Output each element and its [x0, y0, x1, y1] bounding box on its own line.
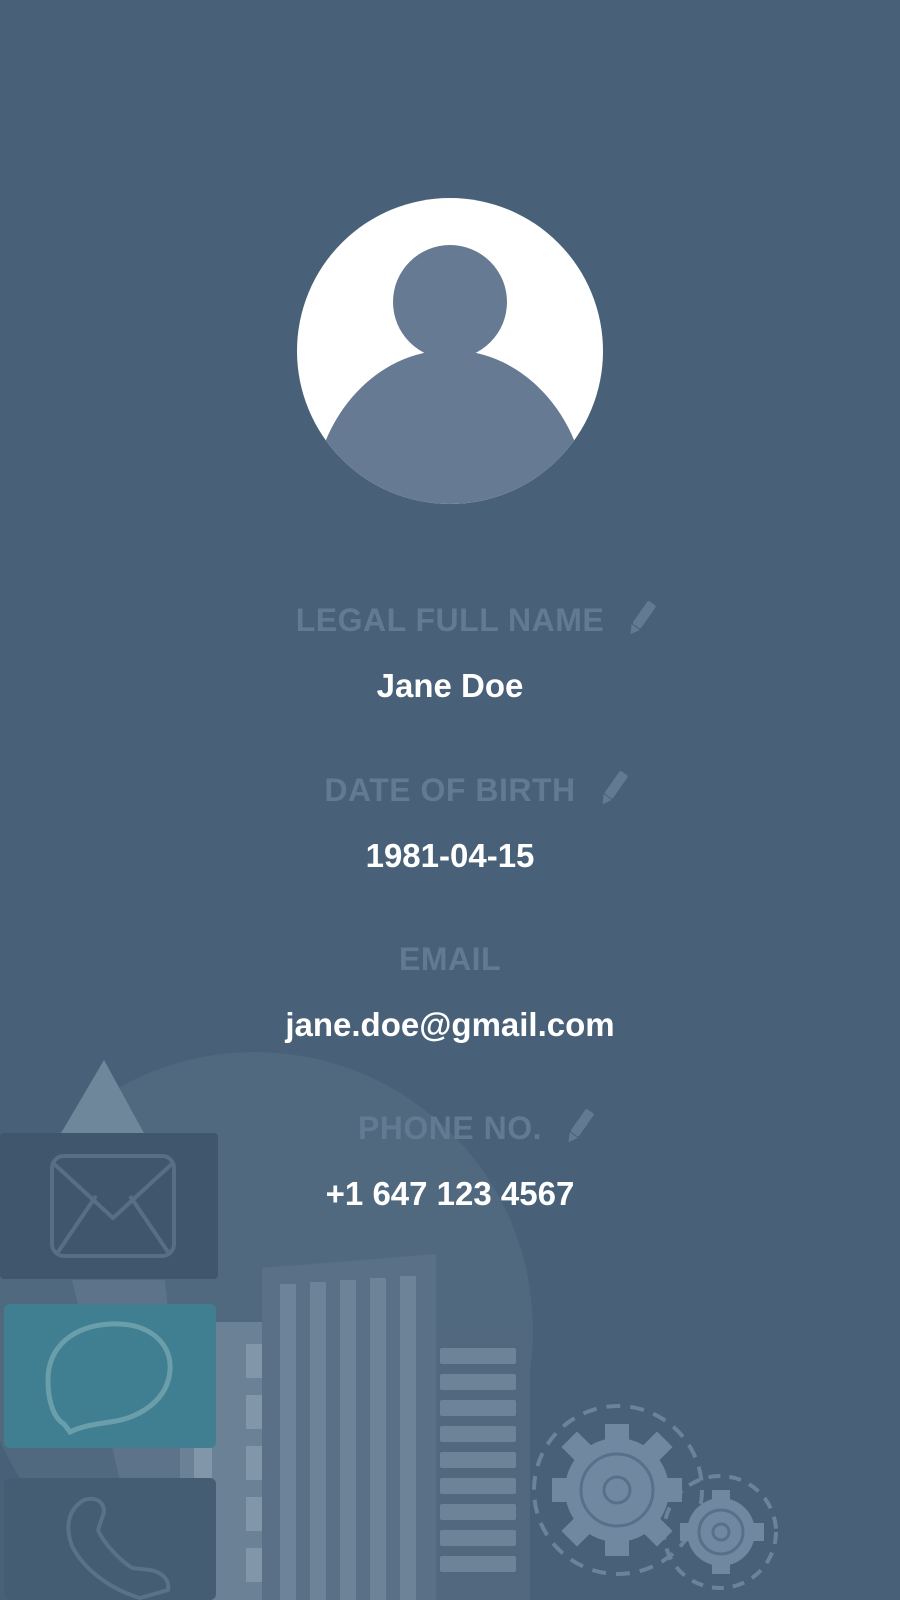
- field-email: EMAIL jane.doe@gmail.com: [0, 941, 900, 1044]
- field-label: EMAIL: [398, 941, 502, 977]
- field-value: 1981-04-15: [365, 837, 535, 874]
- profile-card: LEGAL FULL NAME Jane Doe DATE OF BIRTH 1…: [0, 0, 900, 1600]
- field-value: +1 647 123 4567: [325, 1175, 575, 1212]
- field-value: jane.doe@gmail.com: [285, 1006, 615, 1043]
- field-date-of-birth: DATE OF BIRTH 1981-04-15: [0, 771, 900, 875]
- field-value: Jane Doe: [376, 667, 524, 704]
- person-silhouette-icon: [297, 198, 603, 504]
- field-legal-full-name: LEGAL FULL NAME Jane Doe: [0, 601, 900, 705]
- field-label: LEGAL FULL NAME: [295, 602, 605, 638]
- pencil-icon[interactable]: [564, 1106, 596, 1146]
- field-label: PHONE NO.: [357, 1110, 543, 1146]
- pencil-icon[interactable]: [598, 768, 630, 808]
- field-label: DATE OF BIRTH: [324, 772, 576, 808]
- pencil-icon[interactable]: [626, 598, 658, 638]
- field-phone-no: PHONE NO. +1 647 123 4567: [0, 1109, 900, 1213]
